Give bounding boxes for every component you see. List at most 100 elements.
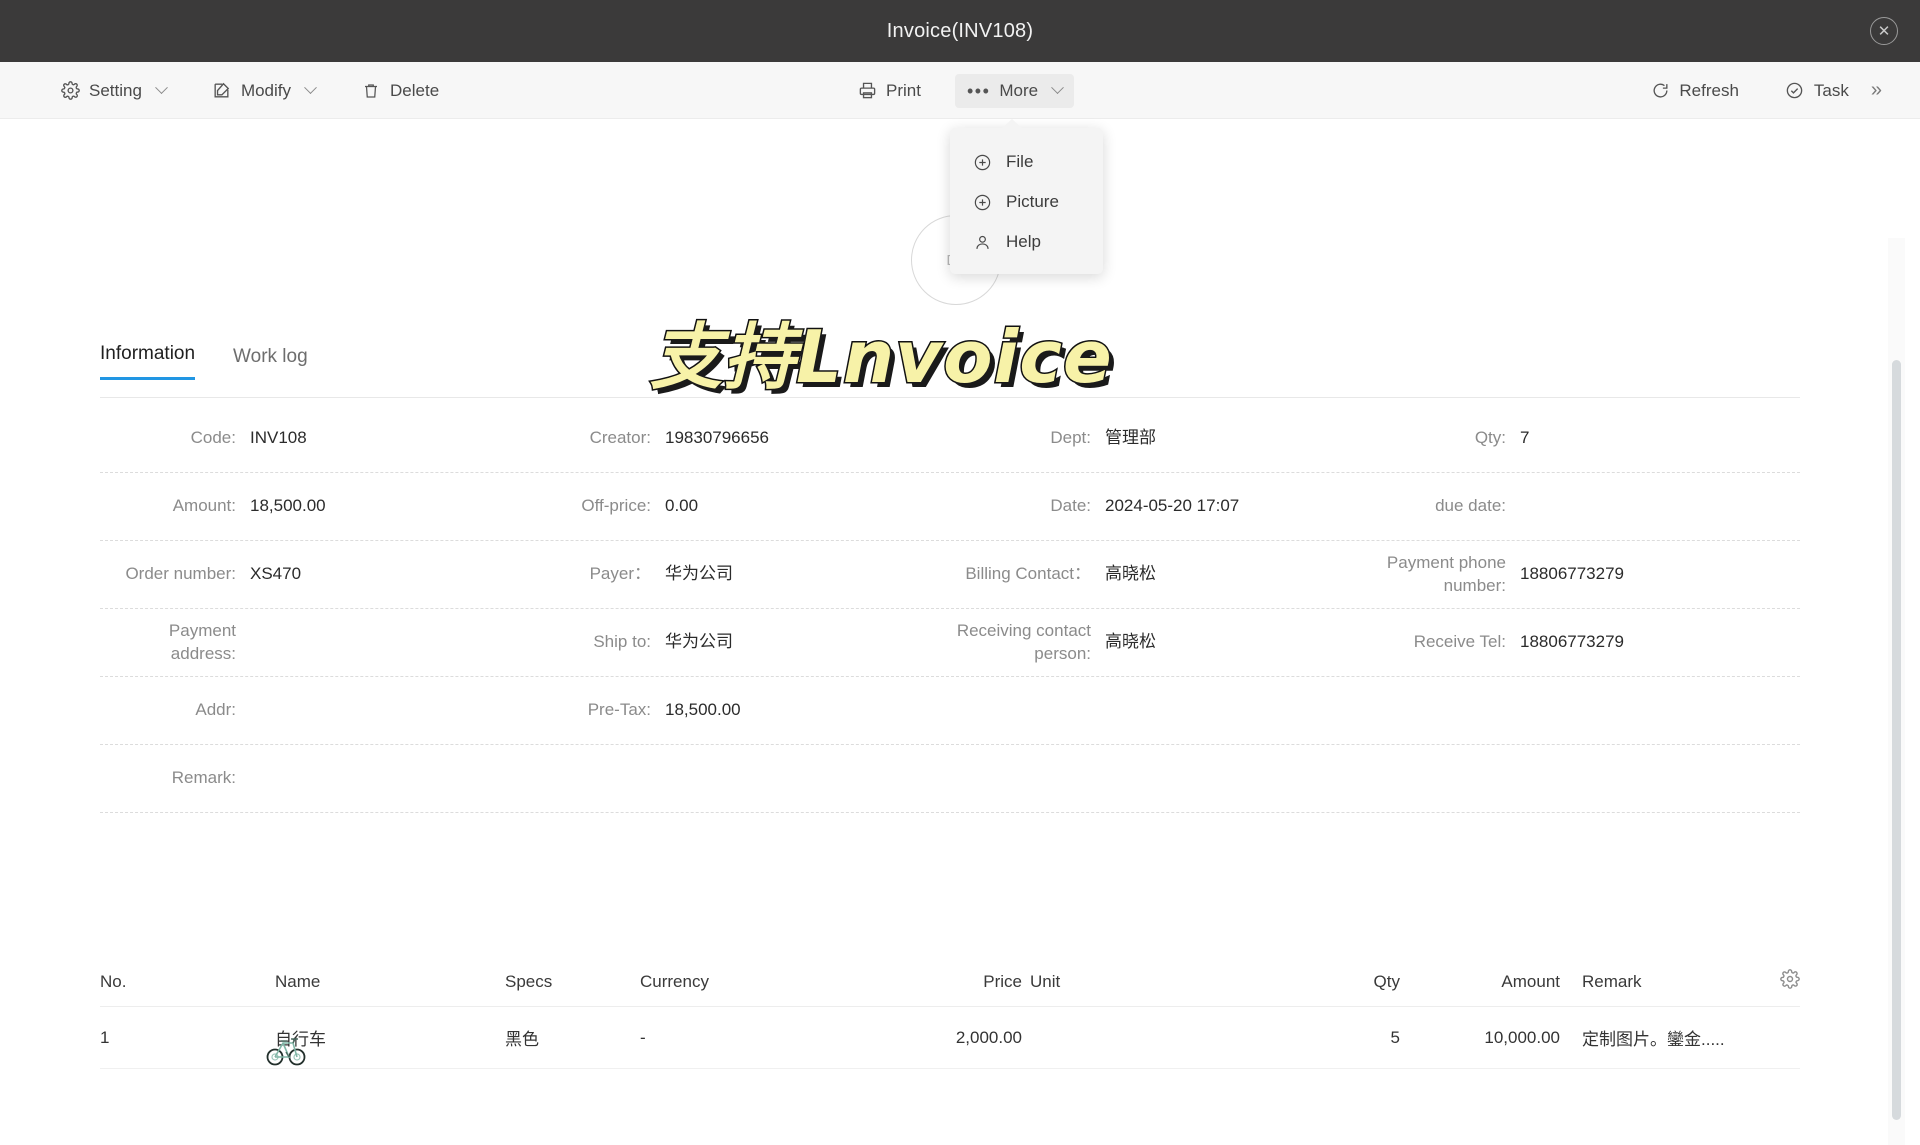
task-label: Task: [1814, 81, 1849, 101]
field-label: Receive Tel:: [1370, 631, 1520, 654]
field-label: Addr:: [100, 699, 250, 722]
field-value: XS470: [250, 563, 301, 586]
check-circle-icon: [1785, 81, 1805, 101]
field-label: due date:: [1370, 495, 1520, 518]
info-row: Remark:: [100, 745, 1800, 813]
toolbar-center-group: Print ••• More: [845, 62, 1074, 119]
menu-item-file[interactable]: File: [950, 142, 1103, 182]
cell-currency: -: [640, 1028, 840, 1048]
plus-circle-icon: [972, 152, 992, 172]
task-button[interactable]: Task: [1773, 74, 1861, 108]
field-addr: Addr:: [100, 699, 520, 722]
field-value: 18806773279: [1520, 631, 1624, 654]
info-row: Code: INV108 Creator: 19830796656 Dept: …: [100, 405, 1800, 473]
close-icon[interactable]: ✕: [1870, 17, 1898, 45]
field-amount: Amount: 18,500.00: [100, 495, 520, 518]
column-header-currency: Currency: [640, 972, 840, 992]
toolbar: Setting Modify Delete: [0, 62, 1920, 119]
field-value: 2024-05-20 17:07: [1105, 495, 1239, 518]
field-label: Qty:: [1370, 427, 1520, 450]
field-label: Creator:: [520, 427, 665, 450]
info-row: Order number: XS470 Payer： 华为公司 Billing …: [100, 541, 1800, 609]
chevron-down-icon: [155, 81, 168, 94]
vertical-scrollbar-thumb[interactable]: [1892, 360, 1901, 1120]
ellipsis-icon: •••: [967, 82, 990, 100]
print-label: Print: [886, 81, 921, 101]
toolbar-overflow-button[interactable]: »: [1861, 73, 1892, 108]
info-row: Payment address: Ship to: 华为公司 Receiving…: [100, 609, 1800, 677]
setting-button[interactable]: Setting: [48, 74, 178, 108]
field-label: Off-price:: [520, 495, 665, 518]
trash-icon: [361, 81, 381, 101]
cell-amount: 10,000.00: [1410, 1028, 1560, 1048]
items-table: No. Name Specs Currency Price Unit Qty A…: [100, 957, 1800, 1069]
cell-price: 2,000.00: [840, 1028, 1030, 1048]
field-value: 18,500.00: [250, 495, 326, 518]
table-header-row: No. Name Specs Currency Price Unit Qty A…: [100, 957, 1800, 1007]
field-value: 管理部: [1105, 427, 1156, 450]
field-receiving-contact-person: Receiving contact person: 高晓松: [940, 620, 1370, 666]
refresh-button[interactable]: Refresh: [1638, 74, 1751, 108]
field-pre-tax: Pre-Tax: 18,500.00: [520, 699, 940, 722]
field-billing-contact: Billing Contact： 高晓松: [940, 563, 1370, 586]
tabs-divider: [100, 397, 1800, 398]
field-label: Ship to:: [520, 631, 665, 654]
menu-item-label: Picture: [1006, 192, 1059, 212]
vertical-scrollbar-track[interactable]: [1888, 238, 1905, 1145]
field-label: Dept:: [940, 427, 1105, 450]
more-button[interactable]: ••• More: [955, 74, 1074, 108]
menu-item-label: File: [1006, 152, 1033, 172]
column-header-unit: Unit: [1030, 972, 1215, 992]
column-header-qty: Qty: [1215, 972, 1410, 992]
field-value: 0.00: [665, 495, 698, 518]
bicycle-photo[interactable]: [265, 1031, 307, 1069]
table-row[interactable]: 1 自行车 黑色 - 2,000.00 5 10,000.00 定制图片。鑾金.…: [100, 1007, 1800, 1069]
window-title-bar: Invoice(INV108) ✕: [0, 0, 1920, 62]
menu-item-picture[interactable]: Picture: [950, 182, 1103, 222]
column-header-price: Price: [840, 972, 1030, 992]
delete-label: Delete: [390, 81, 439, 101]
field-label: Payment phone number:: [1370, 552, 1520, 598]
information-panel: Code: INV108 Creator: 19830796656 Dept: …: [100, 405, 1800, 813]
field-label: Order number:: [100, 563, 250, 586]
delete-button[interactable]: Delete: [349, 74, 451, 108]
field-label: Billing Contact：: [940, 563, 1105, 586]
tab-information[interactable]: Information: [100, 343, 195, 380]
print-button[interactable]: Print: [845, 74, 933, 108]
field-payment-phone-number: Payment phone number: 18806773279: [1370, 552, 1800, 598]
cell-name: 自行车: [275, 1025, 505, 1050]
chevron-down-icon: [1051, 81, 1064, 94]
person-icon: [972, 232, 992, 252]
field-payment-address: Payment address:: [100, 620, 520, 666]
field-due-date: due date:: [1370, 495, 1800, 518]
column-header-no: No.: [100, 972, 275, 992]
field-label: Pre-Tax:: [520, 699, 665, 722]
field-creator: Creator: 19830796656: [520, 427, 940, 450]
modify-button[interactable]: Modify: [200, 74, 327, 108]
page-title: Invoice(INV108): [887, 20, 1033, 43]
refresh-label: Refresh: [1679, 81, 1739, 101]
info-row: Amount: 18,500.00 Off-price: 0.00 Date: …: [100, 473, 1800, 541]
toolbar-right-group: Refresh Task »: [1638, 62, 1892, 119]
edit-square-icon: [212, 81, 232, 101]
field-label: Amount:: [100, 495, 250, 518]
field-value: 7: [1520, 427, 1529, 450]
modify-label: Modify: [241, 81, 291, 101]
setting-label: Setting: [89, 81, 142, 101]
field-label: Payer：: [520, 563, 665, 586]
field-value: 华为公司: [665, 563, 733, 586]
field-date: Date: 2024-05-20 17:07: [940, 495, 1370, 518]
printer-icon: [857, 81, 877, 101]
field-label: Receiving contact person:: [940, 620, 1105, 666]
field-remark: Remark:: [100, 767, 520, 790]
more-dropdown-menu: File Picture Help: [950, 128, 1103, 274]
cell-no: 1: [100, 1028, 275, 1048]
field-value: 19830796656: [665, 427, 769, 450]
more-label: More: [999, 81, 1038, 101]
info-row: Addr: Pre-Tax: 18,500.00: [100, 677, 1800, 745]
tab-work-log[interactable]: Work log: [233, 346, 308, 380]
menu-item-help[interactable]: Help: [950, 222, 1103, 262]
field-qty: Qty: 7: [1370, 427, 1800, 450]
refresh-icon: [1650, 81, 1670, 101]
gear-icon[interactable]: [1780, 969, 1800, 989]
